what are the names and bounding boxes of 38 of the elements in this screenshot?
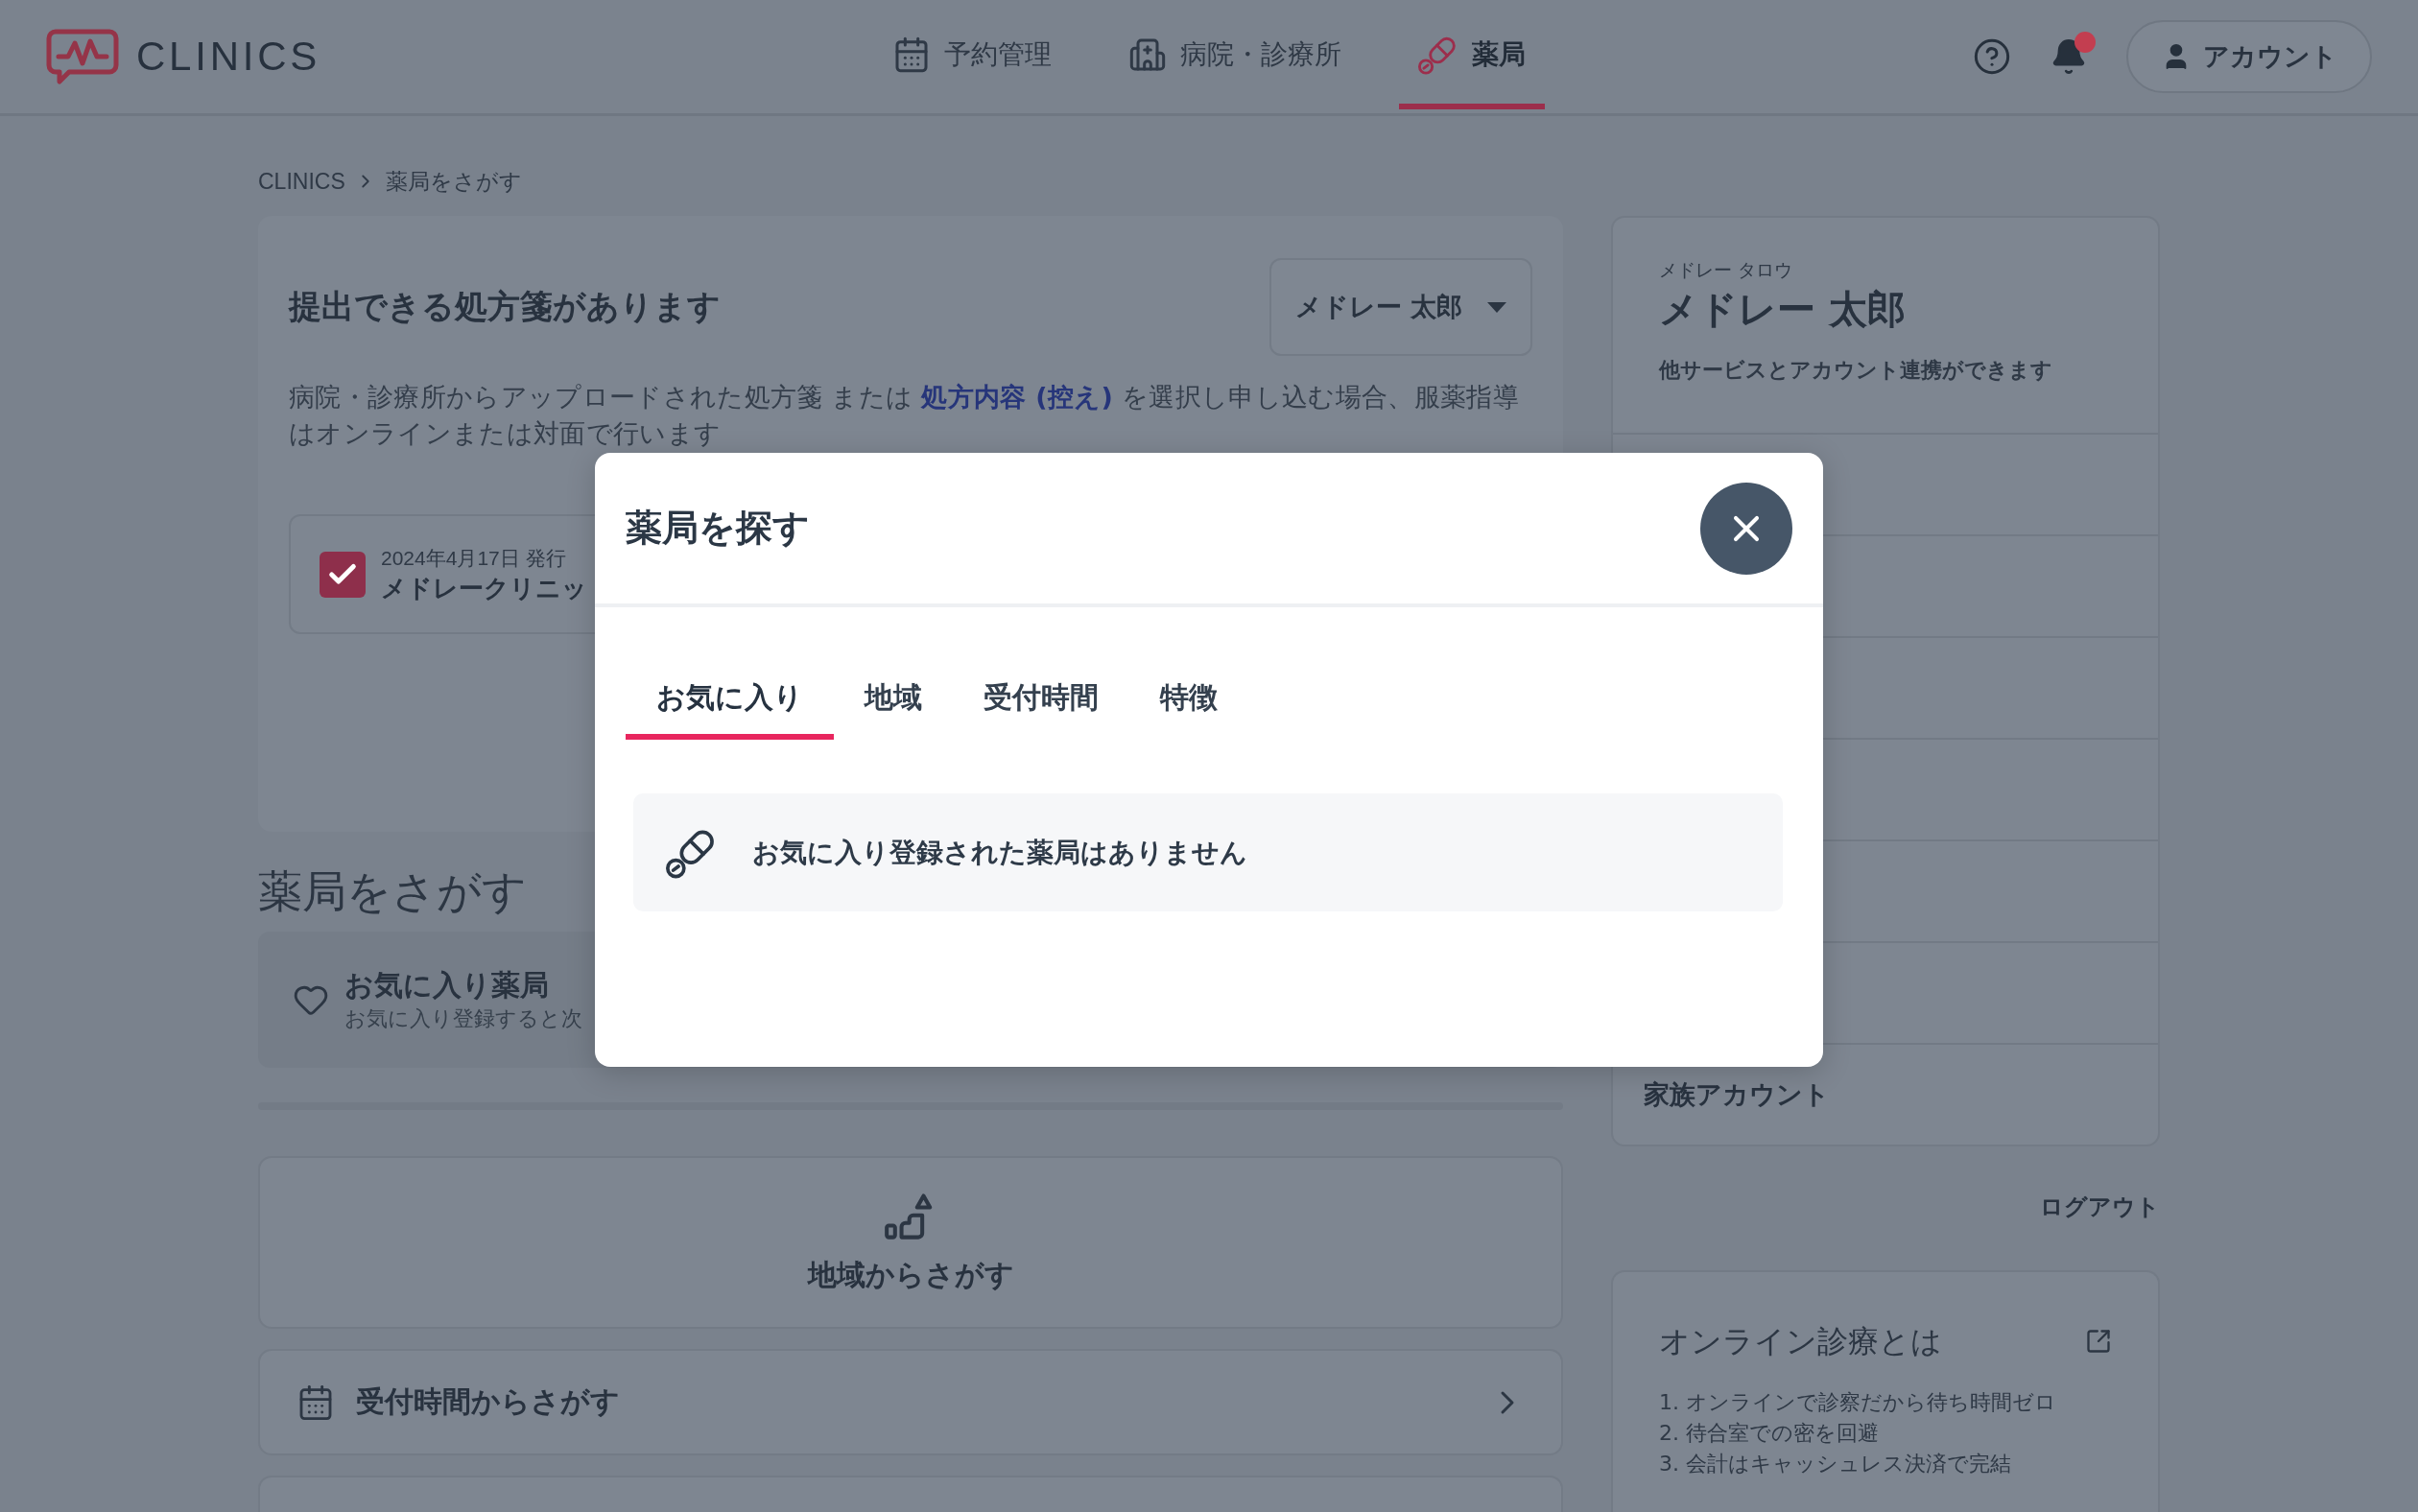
logo-text[interactable]: CLINICS [136, 34, 321, 80]
checkbox[interactable] [320, 551, 366, 598]
breadcrumb-link[interactable]: CLINICS [258, 168, 345, 195]
section-heading: 薬局をさがす [258, 864, 527, 918]
tab[interactable]: 受付時間 [953, 661, 1129, 740]
card-title: お気に入り薬局 [344, 967, 550, 1004]
account-link-note: 他サービスとアカウント連携ができます [1659, 357, 2053, 384]
external-link-icon[interactable] [2085, 1328, 2112, 1355]
prescription-copy-link[interactable]: 処方内容 (控え) [921, 382, 1114, 412]
tab[interactable]: 地域 [834, 661, 953, 740]
nav-tab[interactable]: 薬局 [1399, 0, 1545, 109]
list-item: 2. 待合室での密を回避 [1659, 1420, 1880, 1447]
card-title: 提出できる処方箋があります [289, 286, 721, 327]
nav-tab[interactable]: 病院・診療所 [1109, 0, 1361, 109]
card-subtitle: お気に入り登録すると次 [344, 1005, 582, 1032]
pill-icon [1418, 35, 1458, 75]
account-button[interactable]: アカウント [2126, 20, 2372, 93]
pulse-logo-icon [46, 29, 119, 84]
help-icon[interactable] [1973, 37, 2011, 76]
hours-search-row[interactable]: 受付時間からさがす [258, 1349, 1563, 1455]
dialog-title: 薬局を探す [626, 506, 810, 551]
list-item: 1. オンラインで診察だから待ち時間ゼロ [1659, 1389, 2057, 1416]
empty-state-message: お気に入り登録された薬局はありません [752, 835, 1247, 870]
description-text: 病院・診療所からアップロードされた処方箋 または 処方内容 (控え) を選択し申し込む場合、服薬指導はオンラインまたは対面で行います [289, 381, 1521, 450]
area-search-card[interactable]: 地域からさがす [258, 1156, 1563, 1329]
tab[interactable]: お気に入り [626, 661, 834, 740]
breadcrumb-current: 薬局をさがす [385, 167, 522, 196]
issue-date-text: 2024年4月17日 発行 [381, 545, 567, 571]
list-item: 3. 会計はキャッシュレス決済で完結 [1659, 1451, 2012, 1477]
name-kana-text: メドレー タロウ [1659, 258, 1794, 281]
nav-tab[interactable]: 予約管理 [873, 0, 1071, 109]
patient-select[interactable]: メドレー 太郎 [1269, 258, 1532, 356]
tab[interactable]: 特徴 [1129, 661, 1248, 740]
logout-link[interactable]: ログアウト [2040, 1192, 2160, 1222]
caret-down-icon [1487, 301, 1507, 313]
user-name-text: メドレー 太郎 [1659, 286, 1907, 333]
clinic-name-text: メドレークリニッ [381, 572, 587, 604]
card-title: オンライン診療とは [1659, 1322, 1942, 1361]
